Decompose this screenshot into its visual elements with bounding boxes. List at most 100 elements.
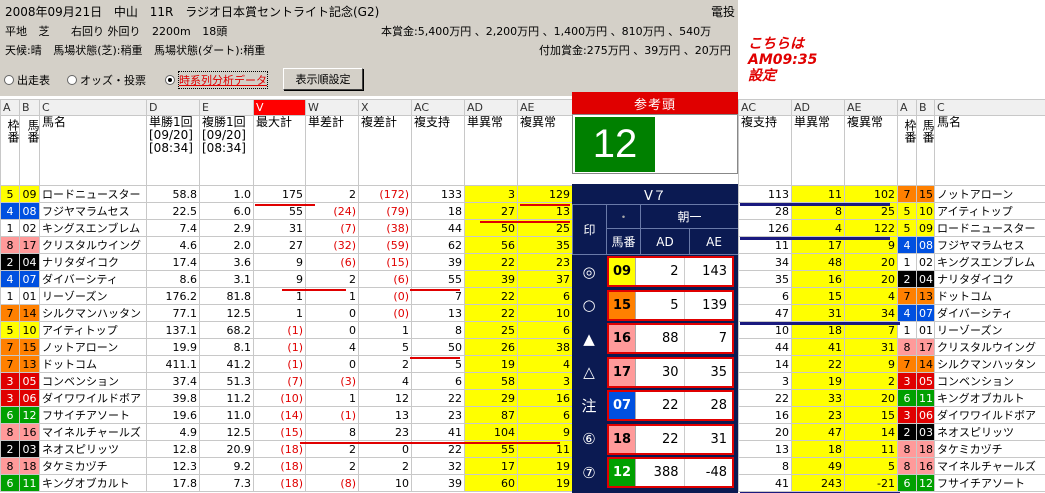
table-row[interactable]: 6 15 4 7 13 ドットコム — [738, 287, 1045, 305]
v7-row[interactable]: 09 2 143 — [607, 256, 734, 287]
table-row[interactable]: 8 18 タケミカヅチ 12.3 9.2 (18) 2 2 32 17 19 — [0, 457, 573, 475]
table-cell: 6 — [897, 389, 917, 407]
table-row[interactable]: 41 243 -21 6 12 フサイチアソート — [738, 474, 1045, 492]
table-cell: 6 — [738, 287, 792, 305]
table-row[interactable]: 126 4 122 5 09 ロードニュースター — [738, 219, 1045, 237]
column-letter[interactable]: B — [916, 99, 935, 116]
table-cell: 12 — [358, 389, 412, 407]
table-cell: 6 — [897, 474, 917, 492]
table-row[interactable]: 7 13 ドットコム 411.1 41.2 (1) 0 2 5 19 4 — [0, 355, 573, 373]
table-cell: 09 — [916, 219, 935, 237]
table-row[interactable]: 6 12 フサイチアソート 19.6 11.0 (14) (1) 13 23 87 6 — [0, 406, 573, 424]
v7-row[interactable]: 12 388 -48 — [607, 457, 734, 488]
column-letter[interactable]: B — [19, 99, 40, 116]
horse-number: 18 — [609, 425, 636, 453]
column-letter[interactable]: AC — [411, 99, 465, 116]
table-row[interactable]: 3 05 コンベンション 37.4 51.3 (7) (3) 4 6 58 3 — [0, 372, 573, 390]
race-name: ラジオ日本賞セントライト記念(G2) — [185, 5, 380, 19]
table-cell: 7 — [0, 355, 20, 373]
table-cell: クリスタルウイング — [39, 236, 147, 254]
table-cell: 11 — [791, 185, 845, 203]
ad-value: 5 — [636, 291, 685, 319]
table-row[interactable]: 113 11 102 7 15 ノットアローン — [738, 185, 1045, 203]
table-row[interactable]: 3 06 ダイワワイルドボア 39.8 11.2 (10) 1 12 22 29 16 — [0, 389, 573, 407]
table-cell: (14) — [253, 406, 306, 424]
table-row[interactable]: 7 14 シルクマンハッタン 77.1 12.5 1 0 (0) 13 22 10 — [0, 304, 573, 322]
table-row[interactable]: 5 10 アイティトップ 137.1 68.2 (1) 0 1 8 25 6 — [0, 321, 573, 339]
ad-value: 88 — [636, 325, 685, 352]
radio-label: オッズ・投票 — [80, 74, 146, 87]
table-cell: (38) — [358, 219, 412, 237]
v7-row[interactable]: 18 22 31 — [607, 423, 734, 455]
column-letter[interactable]: AD — [464, 99, 518, 116]
table-row[interactable]: 8 17 クリスタルウイング 4.6 2.0 27 (32) (59) 62 56 35 — [0, 236, 573, 254]
table-cell: 14 — [844, 423, 898, 441]
table-row[interactable]: 2 04 ナリタダイコク 17.4 3.6 9 (6) (15) 39 22 23 — [0, 253, 573, 271]
table-cell: 9 — [844, 355, 898, 373]
column-letter[interactable]: D — [146, 99, 200, 116]
column-letter[interactable]: C — [934, 99, 1045, 116]
table-cell: 15 — [19, 338, 40, 356]
table-cell: 19 — [791, 372, 845, 390]
mark-symbol: ⑥ — [582, 430, 596, 448]
table-row[interactable]: 35 16 20 2 04 ナリタダイコク — [738, 270, 1045, 288]
table-cell: -21 — [844, 474, 898, 492]
table-cell: 38 — [517, 338, 573, 356]
ae-value: 143 — [702, 264, 727, 279]
column-letter[interactable]: AC — [738, 99, 792, 116]
table-row[interactable]: 4 07 ダイバーシティ 8.6 3.1 9 2 (6) 55 39 37 — [0, 270, 573, 288]
v7-row[interactable]: 07 22 28 — [607, 390, 734, 421]
table-row[interactable]: 16 23 15 3 06 ダイワワイルドボア — [738, 406, 1045, 424]
radio-odds[interactable]: オッズ・投票 — [67, 70, 146, 90]
table-row[interactable]: 47 31 34 4 07 ダイバーシティ — [738, 304, 1045, 322]
column-letter[interactable]: A — [897, 99, 917, 116]
column-letter[interactable]: W — [305, 99, 359, 116]
table-cell: 3 — [517, 372, 573, 390]
table-row[interactable]: 6 11 キングオブカルト 17.8 7.3 (18) (8) 10 39 60 19 — [0, 474, 573, 492]
table-cell: 15 — [844, 406, 898, 424]
table-cell: 18 — [411, 202, 465, 220]
table-cell: 11 — [916, 389, 935, 407]
table-cell: 16 — [791, 270, 845, 288]
column-letter[interactable]: X — [358, 99, 412, 116]
table-cell: 1 — [897, 321, 917, 339]
table-row[interactable]: 34 48 20 1 02 キングスエンブレム — [738, 253, 1045, 271]
v7-row[interactable]: 16 88 7 — [607, 323, 734, 354]
table-row[interactable]: 44 41 31 8 17 クリスタルウイング — [738, 338, 1045, 356]
table-row[interactable]: 22 33 20 6 11 キングオブカルト — [738, 389, 1045, 407]
column-letter[interactable]: AD — [791, 99, 845, 116]
column-letter[interactable]: C — [39, 99, 147, 116]
v7-row[interactable]: 17 30 35 — [607, 356, 734, 388]
highlight-line — [410, 357, 460, 359]
table-cell: 23 — [517, 253, 573, 271]
table-row[interactable]: 3 19 2 3 05 コンベンション — [738, 372, 1045, 390]
display-order-button[interactable]: 表示順設定 — [283, 68, 363, 90]
table-row[interactable]: 8 49 5 8 16 マイネルチャールズ — [738, 457, 1045, 475]
table-cell: 2 — [0, 253, 20, 271]
column-letter[interactable]: AE — [517, 99, 573, 116]
v7-row[interactable]: 15 5 139 — [607, 289, 734, 321]
table-row[interactable]: 5 09 ロードニュースター 58.8 1.0 175 2 (172) 133 3 129 — [0, 185, 573, 203]
radio-entries[interactable]: 出走表 — [4, 70, 50, 90]
table-cell: キングオブカルト — [39, 474, 147, 492]
distance: 2200m — [152, 25, 191, 38]
table-cell: ドットコム — [934, 287, 1045, 305]
table-row[interactable]: 14 22 9 7 14 シルクマンハッタン — [738, 355, 1045, 373]
table-cell: (172) — [358, 185, 412, 203]
table-row[interactable]: 13 18 11 8 18 タケミカヅチ — [738, 440, 1045, 458]
column-letter[interactable]: E — [199, 99, 254, 116]
table-row[interactable]: 8 16 マイネルチャールズ 4.9 12.5 (15) 8 23 41 104 9 — [0, 423, 573, 441]
column-letter[interactable]: V — [253, 99, 306, 116]
table-cell: (15) — [358, 253, 412, 271]
table-cell: 15 — [916, 185, 935, 203]
table-row[interactable]: 20 47 14 2 03 ネオスピリッツ — [738, 423, 1045, 441]
radio-timeseries[interactable]: 時系列分析データ — [165, 70, 268, 90]
table-cell: 17 — [916, 338, 935, 356]
column-letter[interactable]: A — [0, 99, 20, 116]
table-row[interactable]: 7 15 ノットアローン 19.9 8.1 (1) 4 5 50 26 38 — [0, 338, 573, 356]
column-letter[interactable]: AE — [844, 99, 898, 116]
table-cell: 29 — [464, 389, 518, 407]
table-cell: 09 — [19, 185, 40, 203]
column-subhead: 単差計 — [305, 115, 359, 186]
table-cell: 7 — [897, 185, 917, 203]
